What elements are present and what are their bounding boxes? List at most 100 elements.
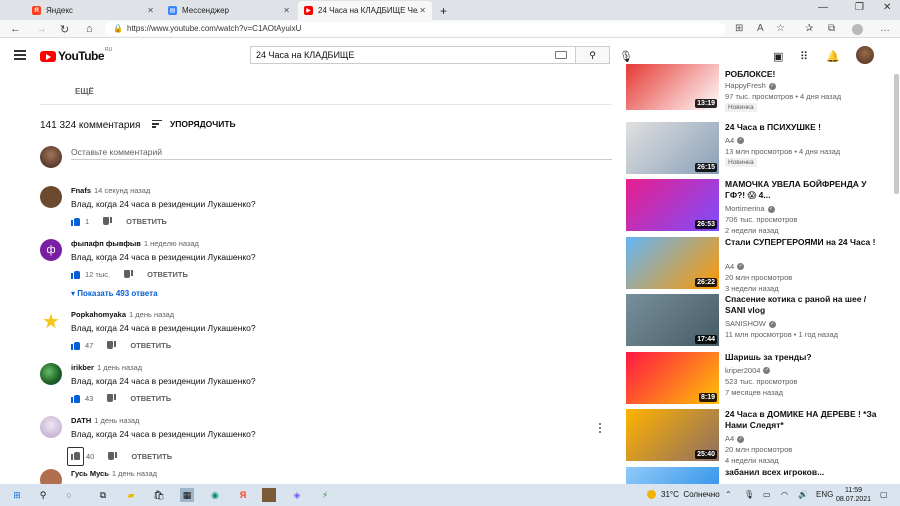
video-title[interactable]: забанил всех игроков... <box>725 467 888 478</box>
like-icon[interactable] <box>71 217 80 226</box>
favorites-icon[interactable]: ✰ <box>805 23 813 34</box>
tab-youtube-video[interactable]: ▶ 24 Часа на КЛАДБИЩЕ Челлен ✕ <box>298 1 432 20</box>
video-thumbnail[interactable] <box>626 466 719 485</box>
clock[interactable]: 11:59 08.07.2021 <box>836 486 871 504</box>
channel-name[interactable]: HappyFresh ✓ <box>725 81 776 90</box>
video-title[interactable]: МАМОЧКА УВЕЛА БОЙФРЕНДА У ГФ?! 😱 4... <box>725 179 888 201</box>
show-replies-button[interactable]: ▾ Показать 493 ответа <box>71 289 158 298</box>
minimize-icon[interactable]: — <box>818 2 828 13</box>
recommendation-item[interactable]: 25:40 24 Часа в ДОМИКЕ НА ДЕРЕВЕ ! *За На… <box>626 409 888 465</box>
network-icon[interactable]: ▭ <box>763 490 771 499</box>
avatar[interactable] <box>40 416 62 438</box>
add-comment-input[interactable]: Оставьте комментарий <box>71 147 162 157</box>
dislike-icon[interactable] <box>124 270 133 279</box>
video-title[interactable]: Стали СУПЕРГЕРОЯМИ на 24 Часа ! <box>725 237 888 248</box>
description-more-button[interactable]: ЕЩЁ <box>75 87 94 96</box>
microphone-icon[interactable]: 🎙 <box>619 50 633 63</box>
profile-icon[interactable] <box>852 24 863 35</box>
apps-grid-icon[interactable]: ⠿ <box>800 50 808 63</box>
channel-name[interactable]: A4 ✓ <box>725 434 745 443</box>
recommendation-item[interactable]: забанил всех игроков... <box>626 466 888 485</box>
reply-button[interactable]: ОТВЕТИТЬ <box>131 452 172 461</box>
recommendation-item[interactable]: 26:53 МАМОЧКА УВЕЛА БОЙФРЕНДА У ГФ?! 😱 4.… <box>626 179 888 235</box>
hamburger-menu-icon[interactable] <box>14 50 26 60</box>
channel-name[interactable]: kriper2004 ✓ <box>725 366 771 375</box>
like-button-focused[interactable] <box>67 447 84 466</box>
like-icon[interactable] <box>71 451 80 460</box>
maximize-icon[interactable]: ❐ <box>855 2 864 13</box>
home-icon[interactable]: ⌂ <box>86 23 93 35</box>
close-icon[interactable]: ✕ <box>147 6 154 15</box>
url-field[interactable]: 🔒 https://www.youtube.com/watch?v=C1AOtA… <box>105 22 725 36</box>
file-explorer-icon[interactable]: ▰ <box>124 488 138 502</box>
channel-name[interactable]: A4 ✓ <box>725 262 745 271</box>
yandex-browser-icon[interactable]: Я <box>236 488 250 502</box>
app-icon[interactable]: ◈ <box>290 488 304 502</box>
close-icon[interactable]: ✕ <box>419 6 426 15</box>
recommendation-item[interactable]: 8:19 Шаришь за тренды? kriper2004 ✓ 523 тыс.… <box>626 351 888 404</box>
dislike-icon[interactable] <box>107 394 116 403</box>
alice-assistant-icon[interactable]: ○ <box>62 488 76 502</box>
video-thumbnail[interactable]: 8:19 <box>626 351 719 404</box>
dislike-icon[interactable] <box>107 341 116 350</box>
scrollbar[interactable] <box>894 74 899 194</box>
video-title[interactable]: Спасение котика с раной на шее / SANI vl… <box>725 294 888 316</box>
recommendation-item[interactable]: 13:19 РОБЛОКСЕ! HappyFresh ✓ 97 тыс. просмот… <box>626 64 888 116</box>
read-aloud-icon[interactable]: A <box>757 23 764 34</box>
windows-start-icon[interactable]: ⊞ <box>10 488 24 502</box>
comment-menu-icon[interactable] <box>599 423 602 435</box>
favorite-icon[interactable]: ☆ <box>776 23 785 34</box>
notifications-icon[interactable]: ▢ <box>880 490 888 499</box>
close-window-icon[interactable]: ✕ <box>883 2 891 13</box>
video-thumbnail[interactable]: 26:53 <box>626 179 719 231</box>
search-input[interactable]: 24 Часа на КЛАДБИЩЕ <box>250 46 576 64</box>
reply-button[interactable]: ОТВЕТИТЬ <box>147 270 188 279</box>
weather-widget[interactable]: 31°C Солнечно <box>647 490 720 499</box>
dislike-icon[interactable] <box>103 217 112 226</box>
recommendation-item[interactable]: 17:44 Спасение котика с раной на шее / SA… <box>626 294 888 346</box>
collections-icon[interactable]: ⧉ <box>828 23 835 34</box>
avatar[interactable] <box>40 469 62 484</box>
avatar[interactable] <box>40 363 62 385</box>
search-button[interactable]: ⚲ <box>576 46 610 64</box>
wifi-icon[interactable]: ◠ <box>781 490 788 499</box>
channel-name[interactable]: SANISHOW ✓ <box>725 319 776 328</box>
recommendation-item[interactable]: 26:22 Стали СУПЕРГЕРОЯМИ на 24 Часа ! A4 ✓ 2… <box>626 236 888 293</box>
search-icon[interactable]: ⚲ <box>36 488 50 502</box>
close-icon[interactable]: ✕ <box>283 6 290 15</box>
back-icon[interactable]: ← <box>10 23 21 35</box>
keyboard-icon[interactable] <box>555 51 567 59</box>
microphone-icon[interactable]: 🎙 <box>744 490 754 499</box>
reply-button[interactable]: ОТВЕТИТЬ <box>126 217 167 226</box>
forward-icon[interactable]: → <box>36 23 47 35</box>
video-title[interactable]: 24 Часа в ПСИХУШКЕ ! <box>725 122 888 133</box>
edge-browser-icon[interactable]: ◉ <box>208 488 222 502</box>
video-thumbnail[interactable]: 25:40 <box>626 409 719 461</box>
reply-button[interactable]: ОТВЕТИТЬ <box>130 341 171 350</box>
like-icon[interactable] <box>71 270 80 279</box>
recommendation-item[interactable]: 26:15 24 Часа в ПСИХУШКЕ ! A4 ✓ 13 млн просм… <box>626 121 888 174</box>
tab-messenger[interactable]: ▤ Мессенджер ✕ <box>162 1 296 20</box>
more-icon[interactable]: … <box>880 23 890 34</box>
comment-author[interactable]: Fnafs 14 секунд назад <box>71 186 150 195</box>
create-video-icon[interactable]: ▣ <box>773 50 783 63</box>
language-indicator[interactable]: ENG <box>816 490 833 499</box>
task-view-icon[interactable]: ⧉ <box>96 488 110 502</box>
notifications-bell-icon[interactable]: 🔔 <box>826 50 840 63</box>
channel-name[interactable]: A4 ✓ <box>725 136 745 145</box>
avatar[interactable] <box>40 186 62 208</box>
video-title[interactable]: 24 Часа в ДОМИКЕ НА ДЕРЕВЕ ! *За Нами Сл… <box>725 409 888 431</box>
account-avatar[interactable] <box>856 46 874 64</box>
store-icon[interactable]: 🛍 <box>152 488 166 502</box>
sort-button[interactable]: УПОРЯДОЧИТЬ <box>152 119 236 129</box>
comment-author[interactable]: DATH 1 день назад <box>71 416 139 425</box>
like-icon[interactable] <box>71 394 80 403</box>
dislike-icon[interactable] <box>108 452 117 461</box>
avatar[interactable]: ф <box>40 239 62 261</box>
new-tab-button[interactable]: + <box>434 1 450 20</box>
app-icon[interactable]: ⚡ <box>318 488 332 502</box>
chevron-up-icon[interactable]: ⌃ <box>725 490 732 499</box>
reply-button[interactable]: ОТВЕТИТЬ <box>130 394 171 403</box>
comment-author[interactable]: Popkahomyaka 1 день назад <box>71 310 174 319</box>
video-thumbnail[interactable]: 17:44 <box>626 294 719 346</box>
